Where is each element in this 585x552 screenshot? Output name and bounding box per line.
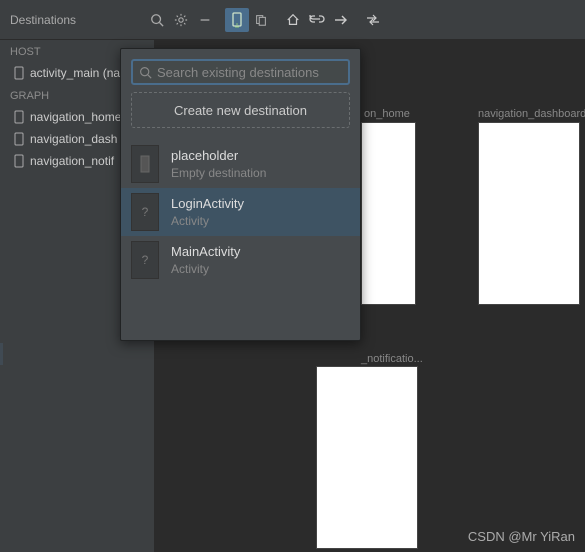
toolbar-icon-group xyxy=(145,8,385,32)
result-title: placeholder xyxy=(171,147,266,165)
phone-icon xyxy=(14,154,24,168)
copy-icon[interactable] xyxy=(249,8,273,32)
gear-icon[interactable] xyxy=(169,8,193,32)
search-wrapper xyxy=(121,49,360,92)
result-subtitle: Activity xyxy=(171,261,240,278)
tree-item-label: navigation_home xyxy=(30,110,121,124)
activity-thumb: ? xyxy=(131,193,159,231)
result-texts: MainActivity Activity xyxy=(171,243,240,278)
left-accent xyxy=(0,343,3,365)
result-subtitle: Activity xyxy=(171,213,244,230)
create-label: Create new destination xyxy=(174,103,307,118)
result-subtitle: Empty destination xyxy=(171,165,266,182)
popup-spacer xyxy=(121,284,360,340)
destination-preview[interactable] xyxy=(316,366,418,549)
destination-popup: Create new destination placeholder Empty… xyxy=(120,48,361,341)
result-title: MainActivity xyxy=(171,243,240,261)
minimize-icon[interactable] xyxy=(193,8,217,32)
destination-label: _notificatio... xyxy=(361,353,423,365)
result-item[interactable]: ? MainActivity Activity xyxy=(121,236,360,284)
search-icon[interactable] xyxy=(145,8,169,32)
phone-icon xyxy=(14,132,24,146)
result-texts: placeholder Empty destination xyxy=(171,147,266,182)
search-box[interactable] xyxy=(131,59,350,85)
result-texts: LoginActivity Activity xyxy=(171,195,244,230)
file-icon xyxy=(14,66,24,80)
home-icon[interactable] xyxy=(281,8,305,32)
panel-title: Destinations xyxy=(0,13,145,27)
search-icon xyxy=(139,66,152,79)
destination-label: on_home xyxy=(364,108,410,120)
tree-item-label: navigation_dash xyxy=(30,132,117,146)
result-item[interactable]: placeholder Empty destination xyxy=(121,140,360,188)
device-icon[interactable] xyxy=(225,8,249,32)
destination-preview[interactable] xyxy=(361,122,416,305)
destination-label: navigation_dashboard xyxy=(478,108,585,120)
result-item[interactable]: ? LoginActivity Activity xyxy=(121,188,360,236)
result-title: LoginActivity xyxy=(171,195,244,213)
arrow-icon[interactable] xyxy=(329,8,353,32)
link-icon[interactable] xyxy=(305,8,329,32)
create-destination-button[interactable]: Create new destination xyxy=(131,92,350,128)
main-toolbar: Destinations xyxy=(0,0,585,40)
tree-item-label: navigation_notif xyxy=(30,154,114,168)
tree-item-label: activity_main (na xyxy=(30,66,120,80)
swap-icon[interactable] xyxy=(361,8,385,32)
placeholder-thumb xyxy=(131,145,159,183)
search-input[interactable] xyxy=(157,65,342,80)
phone-icon xyxy=(14,110,24,124)
destination-preview[interactable] xyxy=(478,122,580,305)
activity-thumb: ? xyxy=(131,241,159,279)
